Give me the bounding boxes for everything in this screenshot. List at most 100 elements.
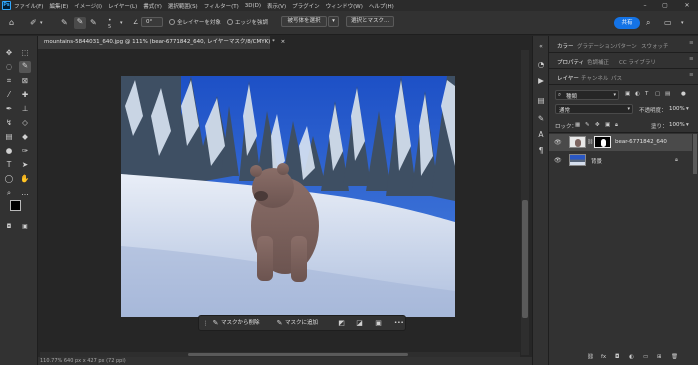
pen-tool-icon[interactable]: ✑ xyxy=(20,146,30,156)
subtract-from-mask-button[interactable]: マスクから削除 xyxy=(221,318,260,329)
type-tool-icon[interactable]: T xyxy=(4,160,14,170)
tab-layers[interactable]: レイヤー xyxy=(557,74,579,82)
document-tab[interactable]: mountains-5844031_640.jpg @ 111% (bear-6… xyxy=(38,36,285,49)
layer-thumbnail[interactable] xyxy=(569,136,586,148)
close-tab-icon[interactable]: × xyxy=(281,39,286,45)
screen-mode-icon[interactable]: ▣ xyxy=(20,222,30,232)
dodge-tool-icon[interactable]: ● xyxy=(4,146,14,156)
eraser-tool-icon[interactable]: ◇ xyxy=(20,118,30,128)
layers-scrollbar[interactable] xyxy=(693,134,697,174)
subtract-from-selection-icon[interactable]: ✎ xyxy=(90,18,97,28)
menu-file[interactable]: ファイル(F) xyxy=(14,2,43,10)
more-options-button[interactable]: ••• xyxy=(394,318,404,329)
lock-all-icon[interactable]: 🔒︎ xyxy=(615,122,618,129)
share-button[interactable]: 共有 xyxy=(614,17,640,29)
home-icon[interactable]: ⌂ xyxy=(9,18,14,28)
close-window-button[interactable]: ✕ xyxy=(678,0,696,11)
menu-window[interactable]: ウィンドウ(W) xyxy=(326,2,363,10)
select-subject-dropdown[interactable]: ▾ xyxy=(328,16,339,27)
menu-filter[interactable]: フィルター(T) xyxy=(204,2,239,10)
quick-mask-icon[interactable]: ◘ xyxy=(4,222,14,232)
frame-tool-icon[interactable]: ⊠ xyxy=(20,76,30,86)
minimize-button[interactable]: – xyxy=(636,0,654,11)
zoom-tool-icon[interactable]: ⌕ xyxy=(4,188,14,198)
select-and-mask-button[interactable]: 選択とマスク... xyxy=(346,16,394,27)
link-layers-icon[interactable]: ⛓︎ xyxy=(587,354,594,360)
spot-healing-tool-icon[interactable]: ✚ xyxy=(20,90,30,100)
menu-layer[interactable]: レイヤー(L) xyxy=(108,2,137,10)
angle-input[interactable]: 0° xyxy=(141,17,163,27)
move-tool-icon[interactable]: ✥ xyxy=(4,48,14,58)
add-to-selection-icon[interactable]: ✎ xyxy=(74,17,86,29)
quick-selection-tool-preset-icon[interactable]: ✐ xyxy=(30,18,37,28)
invert-mask-icon[interactable]: ◩ xyxy=(337,319,346,328)
panel-menu-icon[interactable]: ≡ xyxy=(689,72,694,78)
play-icon[interactable]: ▶ xyxy=(536,76,546,86)
search-icon[interactable]: ⌕ xyxy=(646,18,650,28)
refine-mask-icon[interactable]: ◪ xyxy=(355,319,364,328)
filter-smart-object-icon[interactable]: ▤ xyxy=(665,91,670,97)
panel-menu-icon[interactable]: ≡ xyxy=(689,40,694,46)
eyedropper-tool-icon[interactable]: ⁄ xyxy=(4,90,14,100)
filter-shape-icon[interactable]: ▢ xyxy=(655,91,660,97)
lock-position-icon[interactable]: ✥ xyxy=(595,122,600,128)
layer-name[interactable]: bear-6771842_640 xyxy=(615,139,667,145)
lock-image-icon[interactable]: ✎ xyxy=(585,122,590,128)
workspace-icon[interactable]: ▭ xyxy=(664,18,672,28)
menu-help[interactable]: ヘルプ(H) xyxy=(369,2,394,10)
history-brush-tool-icon[interactable]: ↯ xyxy=(4,118,14,128)
drag-handle-icon[interactable]: ⋮ xyxy=(201,319,210,328)
apply-mask-icon[interactable]: ▣ xyxy=(374,319,383,328)
quick-selection-tool-icon[interactable]: ✎ xyxy=(19,61,31,73)
layer-thumbnail[interactable] xyxy=(569,154,586,166)
hand-tool-icon[interactable]: ✋ xyxy=(20,174,30,184)
crop-tool-icon[interactable]: ⌗ xyxy=(4,76,14,86)
tab-swatches[interactable]: スウォッチ xyxy=(641,42,669,50)
clone-stamp-tool-icon[interactable]: ⊥ xyxy=(20,104,30,114)
filter-toggle-icon[interactable]: ● xyxy=(681,91,686,97)
history-icon[interactable]: ◔ xyxy=(536,60,546,70)
adjustment-layer-icon[interactable]: ◐ xyxy=(629,354,634,360)
enhance-edge-checkbox[interactable] xyxy=(227,19,233,25)
tab-color[interactable]: カラー xyxy=(557,42,574,50)
layer-comps-icon[interactable]: ▤ xyxy=(536,96,546,106)
chevron-down-icon[interactable]: ▾ xyxy=(686,106,689,112)
collapse-icon[interactable]: « xyxy=(536,42,546,52)
gradient-tool-icon[interactable]: ▤ xyxy=(4,132,14,142)
path-selection-tool-icon[interactable]: ➤ xyxy=(20,160,30,170)
blend-mode-select[interactable]: 通常 ▾ xyxy=(555,104,633,114)
chevron-down-icon[interactable]: ▾ xyxy=(120,18,123,28)
new-layer-icon[interactable]: ⊞ xyxy=(657,354,662,360)
eye-icon[interactable]: 👁︎ xyxy=(554,139,562,146)
image-canvas[interactable] xyxy=(121,76,455,317)
chevron-down-icon[interactable]: ▾ xyxy=(681,18,684,28)
lock-artboard-icon[interactable]: ▣ xyxy=(605,122,610,128)
fill-input[interactable]: 100% xyxy=(669,122,685,128)
shape-tool-icon[interactable]: ◯ xyxy=(4,174,14,184)
layer-style-icon[interactable]: fx xyxy=(601,354,606,360)
filter-type-icon[interactable]: T xyxy=(645,91,648,97)
foreground-color-swatch[interactable] xyxy=(10,200,21,211)
layer-row-background[interactable]: 👁︎ 背景 🔒︎ xyxy=(549,152,692,169)
chevron-down-icon[interactable]: ▾ xyxy=(686,122,689,128)
select-subject-button[interactable]: 被写体を選択 xyxy=(281,16,327,27)
menu-view[interactable]: 表示(V) xyxy=(267,2,286,10)
add-to-mask-button[interactable]: マスクに追加 xyxy=(285,318,318,329)
blur-tool-icon[interactable]: ◆ xyxy=(20,132,30,142)
menu-type[interactable]: 書式(Y) xyxy=(143,2,162,10)
tab-patterns[interactable]: パターン xyxy=(615,42,637,50)
menu-select[interactable]: 選択範囲(S) xyxy=(168,2,198,10)
marquee-tool-icon[interactable]: ⬚ xyxy=(20,48,30,58)
brush-tool-icon[interactable]: ✒ xyxy=(4,104,14,114)
tab-cc-libraries[interactable]: CC ライブラリ xyxy=(619,58,656,66)
vertical-scrollbar[interactable] xyxy=(521,50,529,355)
lasso-tool-icon[interactable]: ◌ xyxy=(4,62,14,72)
tab-paths[interactable]: パス xyxy=(611,74,622,82)
character-icon[interactable]: A xyxy=(536,130,546,140)
layer-mask-thumbnail[interactable] xyxy=(594,136,611,148)
tab-adjustments[interactable]: 色調補正 xyxy=(587,58,609,66)
menu-image[interactable]: イメージ(I) xyxy=(74,2,102,10)
sample-all-layers-checkbox[interactable] xyxy=(169,19,175,25)
new-group-icon[interactable]: ▭ xyxy=(643,354,648,360)
opacity-input[interactable]: 100% xyxy=(669,106,685,112)
